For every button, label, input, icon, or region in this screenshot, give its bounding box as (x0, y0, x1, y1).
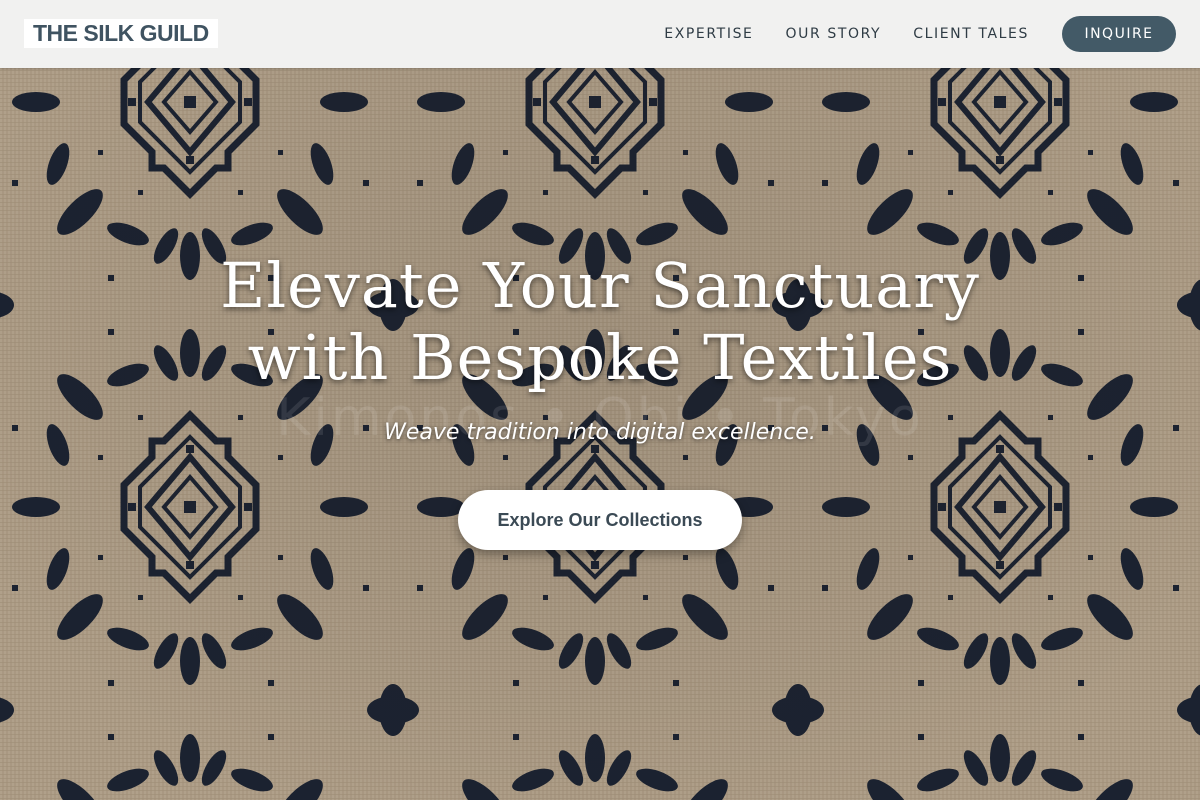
explore-collections-button[interactable]: Explore Our Collections (458, 490, 742, 550)
hero-title-line-2: with Bespoke Textiles (247, 321, 953, 394)
main-nav: EXPERTISE OUR STORY CLIENT TALES INQUIRE (664, 16, 1176, 52)
hero-subtitle: Weave tradition into digital excellence. (384, 420, 816, 445)
nav-link-expertise[interactable]: EXPERTISE (664, 26, 753, 42)
hero-title-line-1: Elevate Your Sanctuary (220, 249, 980, 322)
page: THE SILK GUILD EXPERTISE OUR STORY CLIEN… (0, 0, 1200, 800)
nav-link-our-story[interactable]: OUR STORY (786, 26, 882, 42)
site-header: THE SILK GUILD EXPERTISE OUR STORY CLIEN… (0, 0, 1200, 68)
nav-link-client-tales[interactable]: CLIENT TALES (913, 26, 1029, 42)
hero-title: Elevate Your Sanctuary with Bespoke Text… (0, 250, 1200, 394)
brand-logo[interactable]: THE SILK GUILD (24, 19, 218, 48)
inquire-button[interactable]: INQUIRE (1062, 16, 1176, 52)
